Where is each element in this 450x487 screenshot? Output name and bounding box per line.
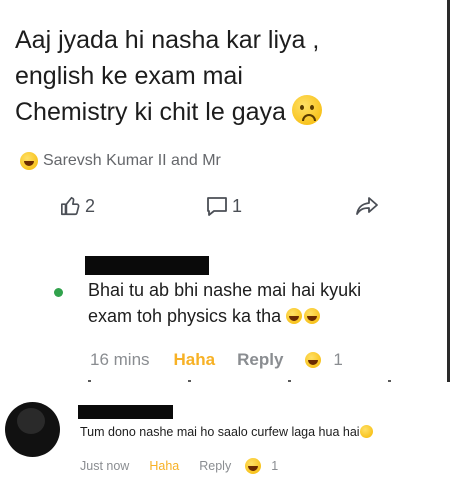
- avatar-silhouette: [17, 408, 45, 434]
- redacted-name: [78, 405, 173, 419]
- avatar[interactable]: [5, 402, 60, 457]
- post-line-1: Aaj jyada hi nasha kar liya ,: [15, 26, 320, 54]
- comment-count: 1: [232, 195, 243, 216]
- thumbs-up-icon: [61, 196, 80, 216]
- comment-2-reaction-icon: [245, 458, 262, 474]
- laughing-emoji-icon: [286, 308, 303, 324]
- post-card: Aaj jyada hi nasha kar liya , english ke…: [0, 0, 450, 384]
- redacted-name: [85, 256, 209, 275]
- comment-2-text-content: Tum dono nashe mai ho saalo curfew laga …: [80, 425, 360, 439]
- reaction-summary[interactable]: Sarevsh Kumar II and Mr: [20, 152, 221, 170]
- post-line-3: Chemistry ki chit le gaya: [15, 94, 435, 130]
- comment-2-reply-button[interactable]: Reply: [199, 459, 231, 473]
- reactors-text: Sarevsh Kumar II and Mr: [43, 152, 221, 169]
- comment-2-meta: Just now Haha Reply 1: [80, 458, 278, 474]
- share-button[interactable]: [355, 195, 379, 217]
- haha-reaction-icon: [20, 152, 38, 170]
- comment-1-haha-button[interactable]: Haha: [174, 350, 216, 370]
- post-line-2: english ke exam mai: [15, 62, 243, 90]
- comment-1-meta: 16 mins Haha Reply 1: [90, 350, 343, 370]
- comment-2-time: Just now: [80, 459, 130, 473]
- comment-2-haha-button[interactable]: Haha: [149, 459, 179, 473]
- comment-2: Tum dono nashe mai ho saalo curfew laga …: [0, 382, 450, 487]
- comment-2-reaction-count: 1: [271, 459, 279, 473]
- comment-icon: [207, 197, 227, 216]
- post-line-3-text: Chemistry ki chit le gaya: [15, 98, 286, 126]
- comment-1-line-2-text: exam toh physics ka tha: [88, 306, 282, 326]
- like-count: 2: [85, 195, 96, 216]
- comment-1-time: 16 mins: [90, 350, 150, 369]
- comment-1-reaction-icon: [305, 352, 322, 368]
- like-button[interactable]: 2: [60, 195, 95, 217]
- post-actions: 2 1: [0, 195, 445, 225]
- comment-1-text: Bhai tu ab bhi nashe mai hai kyuki exam …: [88, 277, 428, 329]
- comment-2-text: Tum dono nashe mai ho saalo curfew laga …: [80, 425, 373, 439]
- worried-emoji-icon: [291, 95, 322, 125]
- comment-button[interactable]: 1: [205, 195, 242, 217]
- comment-1-line-1: Bhai tu ab bhi nashe mai hai kyuki: [88, 280, 362, 300]
- online-status-dot: [54, 288, 63, 297]
- comment-1-line-2: exam toh physics ka tha: [88, 303, 428, 329]
- comment-1-reaction-count: 1: [333, 350, 343, 369]
- laughing-crying-emoji-icon: [359, 425, 373, 438]
- post-text: Aaj jyada hi nasha kar liya , english ke…: [15, 22, 435, 130]
- comment-1-reply-button[interactable]: Reply: [237, 350, 283, 370]
- laughing-emoji-icon: [304, 308, 321, 324]
- share-icon: [356, 197, 378, 215]
